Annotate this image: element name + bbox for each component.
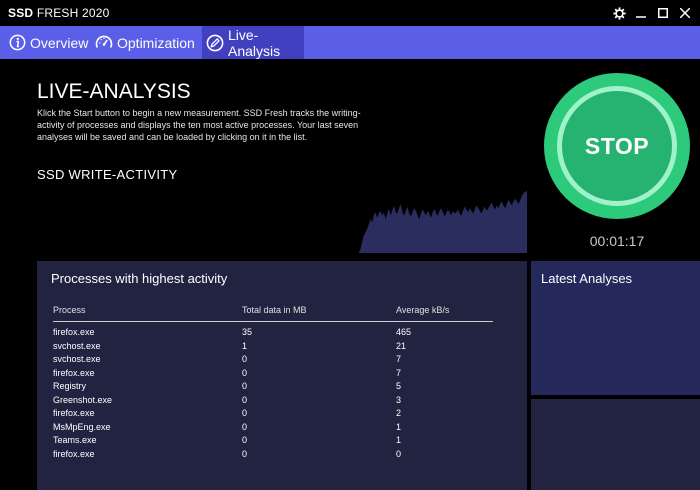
total-data: 0: [242, 421, 248, 432]
process-table-body: firefox.exe 35 465 svchost.exe 1 21 svchost.ex…: [53, 325, 493, 460]
average-kbs: 7: [396, 354, 402, 364]
window-controls: [610, 4, 694, 22]
info-icon: [8, 34, 26, 52]
total-data: 0: [242, 448, 248, 459]
total-data: 0: [242, 354, 248, 364]
app-title: SSD FRESH 2020: [8, 6, 110, 20]
process-name: firefox.exe: [53, 367, 95, 378]
process-name: MsMpEng.exe: [53, 421, 111, 432]
title-bar: SSD FRESH 2020: [0, 0, 700, 26]
average-kbs: 1: [396, 435, 402, 445]
tab-overview-label: Overview: [30, 34, 89, 51]
stop-button-wrap: STOP: [544, 73, 690, 219]
average-kbs: 21: [396, 340, 407, 351]
process-name: firefox.exe: [53, 448, 95, 459]
write-activity-area: [37, 190, 527, 253]
total-data: 1: [242, 340, 248, 351]
process-name: Registry: [53, 381, 87, 391]
stop-button[interactable]: STOP: [544, 73, 690, 219]
process-name: firefox.exe: [53, 327, 95, 337]
tab-live-analysis-label: Live-Analysis: [228, 26, 281, 59]
header-total-data: Total data in MB: [242, 305, 307, 315]
process-name: svchost.exe: [53, 354, 101, 364]
total-data: 0: [242, 394, 248, 405]
write-activity-heading: SSD WRITE-ACTIVITY: [37, 167, 178, 182]
process-table-header: Process Total data in MB Average kB/s: [53, 303, 493, 322]
total-data: 0: [242, 435, 248, 445]
latest-analyses-panel[interactable]: Latest Analyses: [531, 261, 700, 395]
table-row: Teams.exe 0 1: [53, 433, 493, 447]
process-name: Greenshot.exe: [53, 394, 113, 405]
process-name: svchost.exe: [53, 340, 101, 351]
average-kbs: 5: [396, 381, 402, 391]
table-row: firefox.exe 0 7: [53, 366, 493, 380]
table-row: firefox.exe 0 2: [53, 406, 493, 420]
table-row: firefox.exe 0 0: [53, 447, 493, 461]
table-row: Greenshot.exe 0 3: [53, 393, 493, 407]
total-data: 0: [242, 381, 248, 391]
gauge-icon: [95, 34, 113, 52]
processes-panel-title: Processes with highest activity: [51, 271, 228, 286]
header-process: Process: [53, 305, 86, 315]
total-data: 0: [242, 367, 248, 378]
minimize-icon[interactable]: [632, 4, 650, 22]
average-kbs: 3: [396, 394, 402, 405]
elapsed-timer: 00:01:17: [589, 233, 645, 249]
maximize-icon[interactable]: [654, 4, 672, 22]
total-data: 0: [242, 408, 248, 418]
table-row: Registry 0 5: [53, 379, 493, 393]
header-average: Average kB/s: [396, 305, 450, 315]
page-title: LIVE-ANALYSIS: [37, 80, 191, 103]
process-name: firefox.exe: [53, 408, 95, 418]
analysis-detail-panel: [531, 399, 700, 490]
tab-live-analysis[interactable]: Live-Analysis: [202, 26, 304, 59]
description-text: Klick the Start button to begin a new me…: [37, 108, 361, 142]
total-data: 35: [242, 327, 253, 337]
pencil-icon: [206, 34, 224, 52]
average-kbs: 2: [396, 408, 402, 418]
settings-gear-icon[interactable]: [610, 4, 628, 22]
stop-button-label: STOP: [562, 91, 672, 201]
average-kbs: 7: [396, 367, 402, 378]
close-icon[interactable]: [676, 4, 694, 22]
nav-bar: Overview Optimization Live-Analysis: [0, 26, 700, 59]
process-name: Teams.exe: [53, 435, 97, 445]
table-row: svchost.exe 0 7: [53, 352, 493, 366]
table-row: MsMpEng.exe 0 1: [53, 420, 493, 434]
average-kbs: 0: [396, 448, 402, 459]
average-kbs: 465: [396, 327, 412, 337]
stop-button-ring: STOP: [557, 86, 677, 206]
latest-analyses-title: Latest Analyses: [541, 271, 633, 286]
tab-optimization-label: Optimization: [117, 34, 195, 51]
write-activity-chart: [37, 190, 527, 253]
table-row: svchost.exe 1 21: [53, 339, 493, 353]
average-kbs: 1: [396, 421, 402, 432]
tab-optimization[interactable]: Optimization: [95, 26, 197, 59]
process-table: Process Total data in MB Average kB/s fi…: [53, 303, 493, 460]
tab-overview[interactable]: Overview: [8, 26, 90, 59]
processes-panel: Processes with highest activity Process …: [37, 261, 527, 490]
table-row: firefox.exe 35 465: [53, 325, 493, 339]
